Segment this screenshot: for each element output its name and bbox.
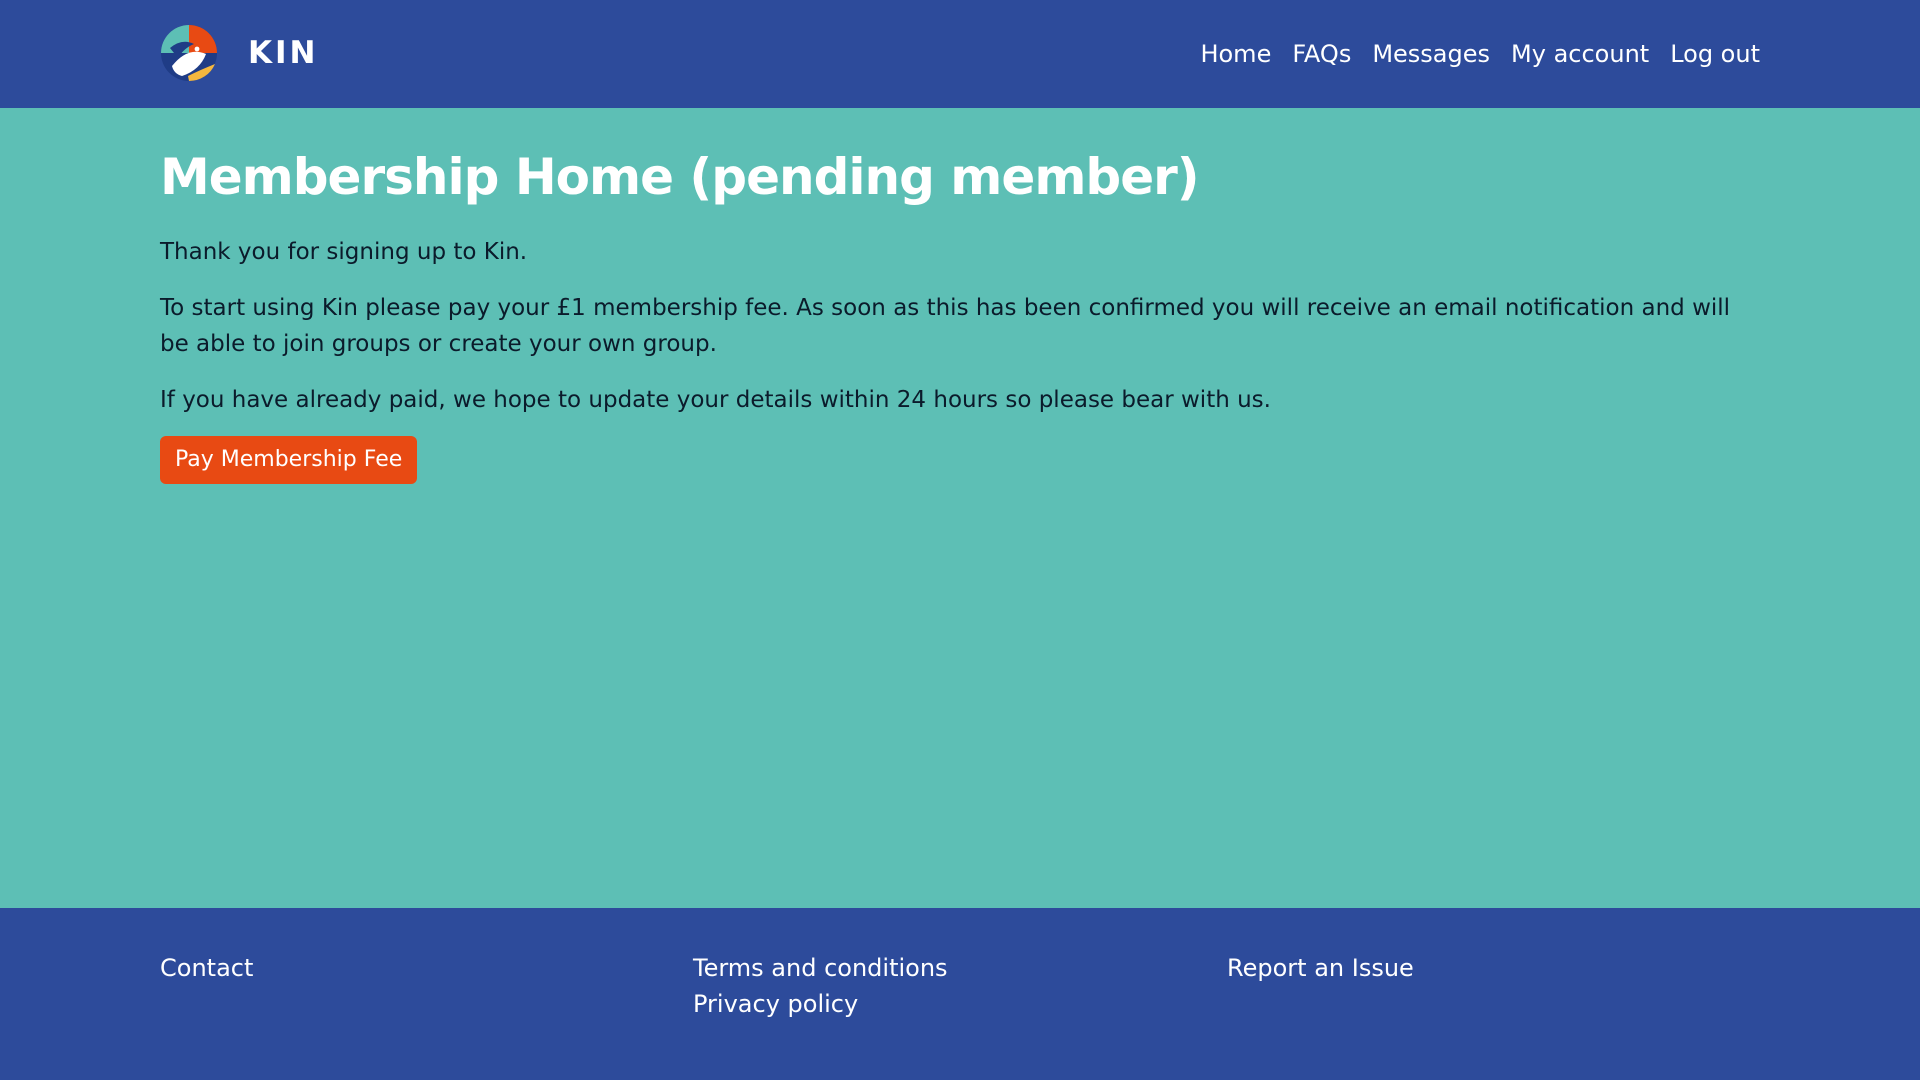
top-navigation-bar: KIN Home FAQs Messages My account Log ou… (0, 0, 1920, 108)
footer-link-contact[interactable]: Contact (160, 950, 253, 986)
footer-column-report: Report an Issue (1227, 950, 1414, 986)
nav-link-home[interactable]: Home (1200, 40, 1271, 68)
page-title: Membership Home (pending member) (160, 148, 1200, 206)
footer-column-contact: Contact (160, 950, 253, 986)
pay-membership-fee-button[interactable]: Pay Membership Fee (160, 436, 418, 484)
brand-name: KIN (248, 35, 319, 71)
already-paid-text: If you have already paid, we hope to upd… (160, 387, 1271, 413)
nav-link-log-out[interactable]: Log out (1670, 40, 1760, 68)
nav-link-faqs[interactable]: FAQs (1292, 40, 1351, 68)
payment-instructions-text: To start using Kin please pay your £1 me… (160, 295, 1731, 357)
nav-link-my-account[interactable]: My account (1511, 40, 1649, 68)
main-content: Membership Home (pending member) Thank y… (160, 108, 1760, 484)
nav-link-messages[interactable]: Messages (1372, 40, 1490, 68)
footer-link-terms[interactable]: Terms and conditions (693, 950, 948, 986)
kin-bird-logo-icon (161, 25, 217, 82)
welcome-text: Thank you for signing up to Kin. (160, 239, 528, 265)
footer-link-report-issue[interactable]: Report an Issue (1227, 950, 1414, 986)
brand[interactable]: KIN (160, 22, 319, 84)
footer: Contact Terms and conditions Privacy pol… (0, 908, 1920, 1080)
footer-column-legal: Terms and conditions Privacy policy (693, 950, 948, 1022)
main-nav: Home FAQs Messages My account Log out (1179, 0, 1760, 108)
footer-link-privacy[interactable]: Privacy policy (693, 986, 948, 1022)
